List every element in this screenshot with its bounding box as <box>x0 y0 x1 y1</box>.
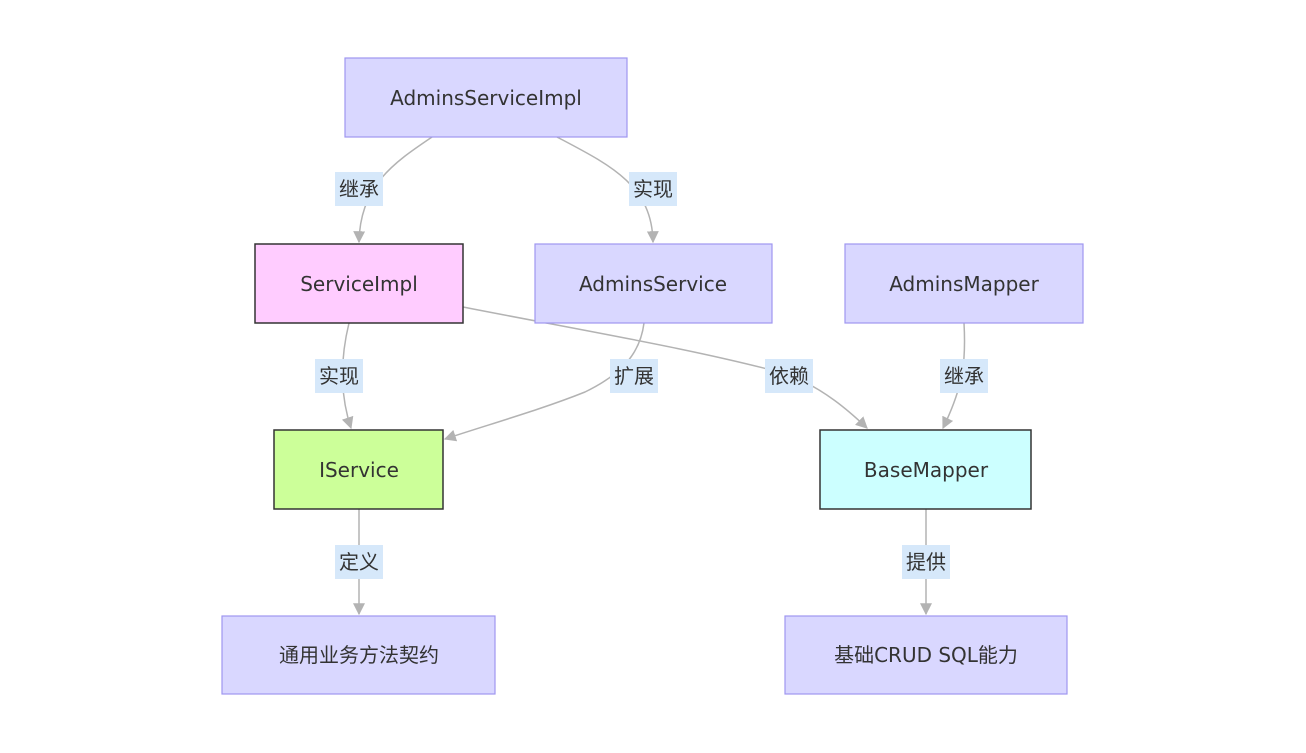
node-label: ServiceImpl <box>300 272 418 296</box>
class-relationship-diagram: 继承 实现 实现 扩展 依赖 继承 定义 提供 AdminsServiceImp… <box>221 57 1084 695</box>
node-service-impl[interactable]: ServiceImpl <box>254 243 464 324</box>
node-service-contract[interactable]: 通用业务方法契约 <box>221 615 496 695</box>
node-label: AdminsMapper <box>889 272 1039 296</box>
edge-label-text: 定义 <box>339 550 379 574</box>
edge-label-inherits: 继承 <box>335 172 383 206</box>
edge-label-defines: 定义 <box>335 545 383 579</box>
edge-label-depends: 依赖 <box>765 359 813 393</box>
node-crud-capability[interactable]: 基础CRUD SQL能力 <box>784 615 1068 695</box>
node-iservice[interactable]: IService <box>273 429 444 510</box>
node-label: AdminsService <box>579 272 727 296</box>
edge-label-text: 扩展 <box>614 364 654 388</box>
node-admins-service[interactable]: AdminsService <box>534 243 773 324</box>
edge-label-text: 提供 <box>906 550 946 574</box>
node-admins-mapper[interactable]: AdminsMapper <box>844 243 1084 324</box>
edge-label-implements: 实现 <box>315 359 363 393</box>
edge-label-provides: 提供 <box>902 545 950 579</box>
edge-label-text: 依赖 <box>769 364 809 388</box>
node-label: 基础CRUD SQL能力 <box>834 643 1018 667</box>
edge-labels: 继承 实现 实现 扩展 依赖 继承 定义 提供 <box>315 172 988 579</box>
node-label: BaseMapper <box>864 458 989 482</box>
edge-label-inherits: 继承 <box>940 359 988 393</box>
edge-label-text: 继承 <box>339 177 379 201</box>
edge-label-extends: 扩展 <box>610 359 658 393</box>
node-label: 通用业务方法契约 <box>279 643 439 667</box>
edge-label-text: 实现 <box>633 177 673 201</box>
edge-label-implements: 实现 <box>629 172 677 206</box>
node-admins-service-impl[interactable]: AdminsServiceImpl <box>344 57 628 138</box>
edge-label-text: 实现 <box>319 364 359 388</box>
node-base-mapper[interactable]: BaseMapper <box>819 429 1032 510</box>
node-label: AdminsServiceImpl <box>390 86 582 110</box>
edge-label-text: 继承 <box>944 364 984 388</box>
node-label: IService <box>319 458 399 482</box>
